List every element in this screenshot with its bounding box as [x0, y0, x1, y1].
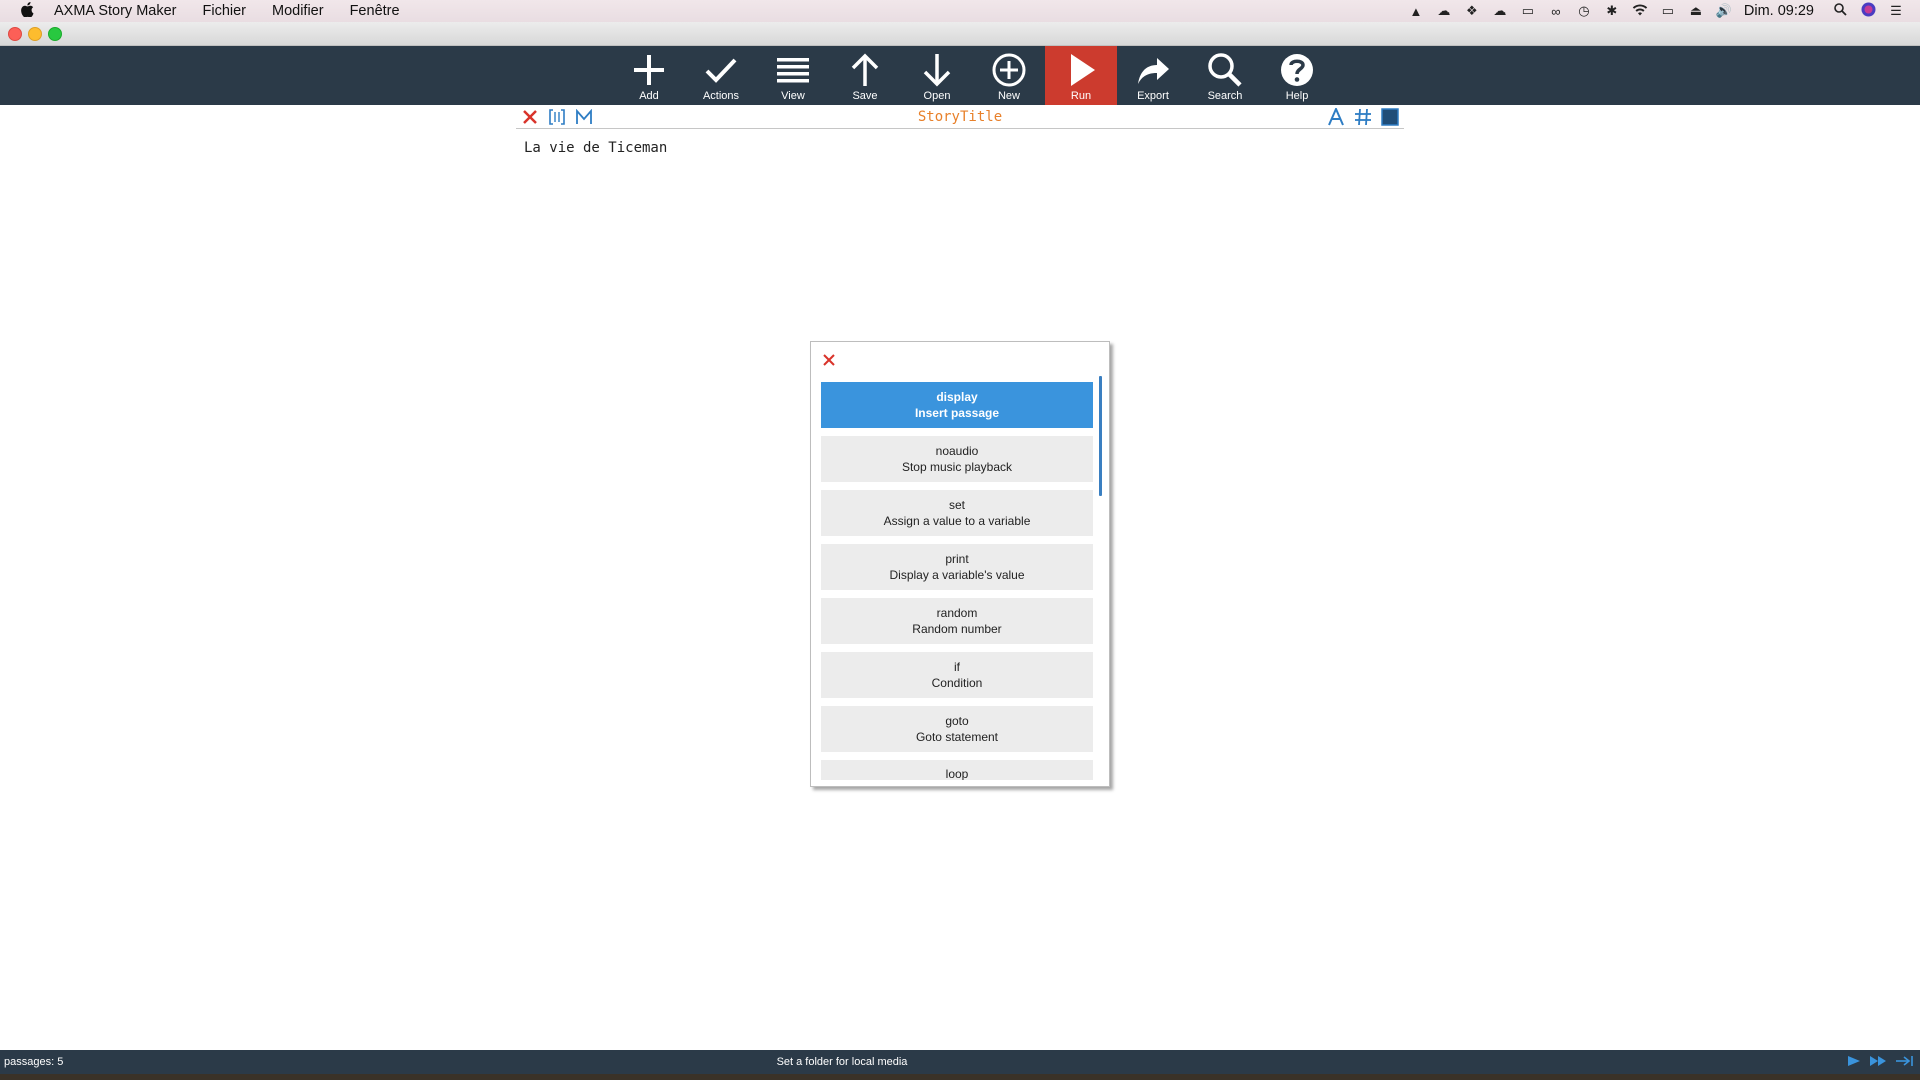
- search-label: Search: [1207, 90, 1243, 102]
- run-button[interactable]: Run: [1045, 46, 1117, 105]
- menu-fichier[interactable]: Fichier: [189, 3, 259, 19]
- macro-item-print[interactable]: print Display a variable's value: [821, 544, 1093, 590]
- macro-item-noaudio[interactable]: noaudio Stop music playback: [821, 436, 1093, 482]
- macro-item-if[interactable]: if Condition: [821, 652, 1093, 698]
- play-icon: [1071, 54, 1095, 86]
- story-title[interactable]: StoryTitle: [516, 109, 1404, 125]
- arrow-up-icon: [851, 53, 879, 86]
- help-button[interactable]: Help: [1261, 46, 1333, 105]
- macro-name: display: [936, 390, 978, 404]
- macro-name: random: [936, 606, 978, 620]
- macro-desc: Display a variable's value: [889, 568, 1025, 582]
- export-button[interactable]: Export: [1117, 46, 1189, 105]
- close-icon[interactable]: [821, 352, 837, 368]
- drive-icon[interactable]: ▲: [1402, 4, 1430, 19]
- macro-desc: Assign a value to a variable: [883, 514, 1031, 528]
- macro-name: goto: [945, 714, 969, 728]
- macro-desc: Goto statement: [915, 730, 999, 744]
- window-titlebar: [0, 22, 1920, 46]
- open-button[interactable]: Open: [901, 46, 973, 105]
- status-bar: passages: 5 Set a folder for local media: [0, 1050, 1920, 1074]
- macro-item-display[interactable]: display Insert passage: [821, 382, 1093, 428]
- macro-desc: Insert passage: [914, 406, 1000, 420]
- open-label: Open: [923, 90, 951, 102]
- menu-modifier[interactable]: Modifier: [259, 3, 337, 19]
- check-icon: [705, 58, 737, 83]
- plus-circle-icon: [992, 53, 1026, 87]
- menu-clock[interactable]: Dim. 09:29: [1738, 3, 1826, 19]
- siri-icon[interactable]: [1854, 2, 1882, 20]
- macro-name: print: [945, 552, 969, 566]
- new-label: New: [997, 90, 1020, 102]
- wifi-icon[interactable]: [1626, 3, 1654, 19]
- window-minimize-button[interactable]: [28, 27, 42, 41]
- dropbox-icon[interactable]: ❖: [1458, 3, 1486, 19]
- macro-item-set[interactable]: set Assign a value to a variable: [821, 490, 1093, 536]
- cloud-icon[interactable]: ☁: [1430, 3, 1458, 19]
- view-label: View: [781, 90, 805, 102]
- macro-desc: Random number: [912, 622, 1002, 636]
- menu-fenetre[interactable]: Fenêtre: [337, 3, 413, 19]
- apple-icon[interactable]: [0, 1, 54, 21]
- add-button[interactable]: Add: [613, 46, 685, 105]
- macro-name: loop: [945, 767, 969, 780]
- add-label: Add: [639, 90, 659, 102]
- skip-end-icon[interactable]: [1894, 1054, 1914, 1071]
- macro-popup: display Insert passage noaudio Stop musi…: [810, 341, 1110, 787]
- notification-center-icon[interactable]: ☰: [1882, 3, 1910, 19]
- window-close-button[interactable]: [8, 27, 22, 41]
- view-button[interactable]: View: [757, 46, 829, 105]
- macro-name: if: [954, 660, 960, 674]
- macro-list-scrollbar[interactable]: [1099, 376, 1102, 496]
- desktop-strip: [0, 1074, 1920, 1080]
- macro-name: set: [948, 498, 965, 512]
- color-swatch-icon[interactable]: [1380, 108, 1400, 126]
- macro-item-random[interactable]: random Random number: [821, 598, 1093, 644]
- menu-extras: ▲ ☁ ❖ ☁ ▭ ∞ ◷ ✱ ▭ ⏏ 🔊 Dim. 09:29 ☰: [1402, 0, 1920, 22]
- new-button[interactable]: New: [973, 46, 1045, 105]
- share-icon: [1138, 58, 1169, 84]
- menu-bar: AXMA Story Maker Fichier Modifier Fenêtr…: [0, 0, 1920, 22]
- save-label: Save: [852, 90, 878, 102]
- passage-text[interactable]: La vie de Ticeman: [524, 140, 667, 156]
- macro-desc: Stop music playback: [901, 460, 1013, 474]
- help-label: Help: [1285, 90, 1309, 102]
- passage-header: StoryTitle: [516, 106, 1404, 129]
- export-label: Export: [1137, 90, 1169, 102]
- time-machine-icon[interactable]: ◷: [1570, 3, 1598, 19]
- font-icon[interactable]: [1326, 108, 1346, 126]
- local-media-folder-link[interactable]: Set a folder for local media: [0, 1056, 1684, 1068]
- help-icon: [1281, 54, 1313, 86]
- search-icon: [1208, 53, 1242, 87]
- save-button[interactable]: Save: [829, 46, 901, 105]
- actions-button[interactable]: Actions: [685, 46, 757, 105]
- glasses-icon[interactable]: ∞: [1542, 4, 1570, 19]
- plus-icon: [634, 55, 664, 85]
- main-toolbar: Add Actions View Save Open New Run Expor…: [0, 46, 1920, 105]
- macro-name: noaudio: [935, 444, 979, 458]
- airplay-icon[interactable]: ▭: [1654, 3, 1682, 19]
- actions-label: Actions: [702, 90, 740, 102]
- window-zoom-button[interactable]: [48, 27, 62, 41]
- bluetooth-icon[interactable]: ✱: [1598, 3, 1626, 19]
- macro-item-goto[interactable]: goto Goto statement: [821, 706, 1093, 752]
- volume-icon[interactable]: 🔊: [1710, 3, 1738, 19]
- play-forward-icon[interactable]: [1846, 1054, 1862, 1071]
- creative-cloud-icon[interactable]: ☁: [1486, 3, 1514, 19]
- hash-icon[interactable]: [1353, 108, 1373, 126]
- search-button[interactable]: Search: [1189, 46, 1261, 105]
- macro-list: display Insert passage noaudio Stop musi…: [821, 382, 1093, 780]
- macro-desc: Condition: [931, 676, 983, 690]
- arrow-down-icon: [923, 54, 951, 87]
- spotlight-icon[interactable]: [1826, 3, 1854, 19]
- macro-item-loop[interactable]: loop: [821, 760, 1093, 780]
- fast-forward-icon[interactable]: [1868, 1054, 1888, 1071]
- menu-app-name[interactable]: AXMA Story Maker: [54, 3, 189, 19]
- run-label: Run: [1070, 90, 1092, 102]
- inbox-icon[interactable]: ▭: [1514, 3, 1542, 19]
- menu-icon: [777, 58, 809, 83]
- eject-icon[interactable]: ⏏: [1682, 3, 1710, 19]
